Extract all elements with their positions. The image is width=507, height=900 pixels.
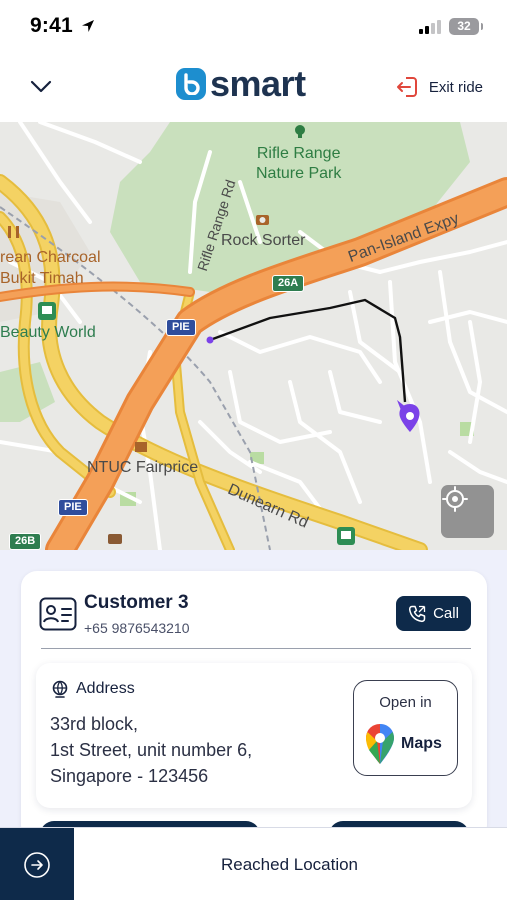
- address-text: 33rd block, 1st Street, unit number 6, S…: [50, 711, 252, 789]
- customer-card: Customer 3 +65 9876543210 Call Address 3…: [21, 571, 487, 841]
- address-title: Address: [76, 680, 135, 697]
- google-maps-icon: [366, 724, 394, 764]
- address-pin-icon: [52, 680, 68, 698]
- logo-text: smart: [210, 63, 306, 104]
- arrow-right-circle-icon: [24, 851, 50, 878]
- customer-phone: +65 9876543210: [84, 620, 190, 636]
- road-badge-26a: 26A: [272, 275, 305, 292]
- call-button[interactable]: Call: [396, 596, 471, 631]
- exit-ride-button[interactable]: Exit ride: [395, 74, 483, 100]
- signal-icon: [419, 18, 441, 34]
- customer-row: Customer 3 +65 9876543210 Call: [37, 592, 471, 642]
- map-label-park: Rifle Range Nature Park: [256, 145, 342, 182]
- map-view[interactable]: Rifle Range Nature Park Rifle Range Rd R…: [0, 122, 507, 550]
- recenter-button[interactable]: [441, 485, 494, 538]
- status-bar: 9:41 32: [0, 0, 507, 52]
- reached-location-bar: Reached Location: [0, 827, 507, 900]
- address-line-3: Singapore - 123456: [50, 766, 209, 786]
- call-label: Call: [433, 605, 459, 622]
- exit-icon: [396, 77, 417, 97]
- road-badge-pie-bottom: PIE: [58, 499, 88, 516]
- header: smart Exit ride: [0, 52, 507, 122]
- chevron-down-icon: [30, 80, 52, 93]
- divider: [41, 648, 471, 649]
- crosshair-icon: [442, 486, 468, 512]
- battery-icon: 32: [449, 17, 483, 35]
- collapse-button[interactable]: [26, 72, 56, 102]
- map-label-rock-sorter: Rock Sorter: [221, 232, 306, 249]
- maps-row: Maps: [365, 723, 442, 765]
- logo-mark-icon: [176, 68, 206, 100]
- location-arrow-icon: [81, 20, 94, 32]
- map-label-ntuc: NTUC Fairprice: [87, 459, 199, 476]
- map-label-charcoal: rean Charcoal: [0, 249, 101, 266]
- maps-label: Maps: [401, 735, 442, 752]
- map-label-bukit-timah: Bukit Timah: [0, 270, 84, 287]
- contact-card-icon: [39, 597, 77, 631]
- address-header: Address: [51, 680, 135, 698]
- status-time: 9:41: [30, 14, 73, 37]
- battery-level: 32: [457, 19, 471, 33]
- road-badge-26b: 26B: [9, 533, 42, 550]
- map-label-beauty-world: Beauty World: [0, 324, 96, 341]
- open-in-label: Open in: [379, 694, 432, 711]
- reached-location-label[interactable]: Reached Location: [74, 828, 507, 900]
- app-logo: smart: [176, 66, 306, 102]
- open-in-maps-button[interactable]: Open in Maps: [353, 680, 458, 776]
- exit-ride-label: Exit ride: [428, 78, 483, 96]
- customer-name: Customer 3: [84, 592, 189, 613]
- phone-icon: [409, 605, 426, 622]
- address-line-1: 33rd block,: [50, 714, 139, 734]
- address-line-2: 1st Street, unit number 6,: [50, 740, 253, 760]
- status-right: 32: [419, 17, 483, 35]
- status-left: 9:41: [30, 14, 96, 38]
- slide-handle[interactable]: [0, 828, 74, 900]
- road-badge-pie-top: PIE: [166, 319, 196, 336]
- address-box: Address 33rd block, 1st Street, unit num…: [36, 663, 472, 808]
